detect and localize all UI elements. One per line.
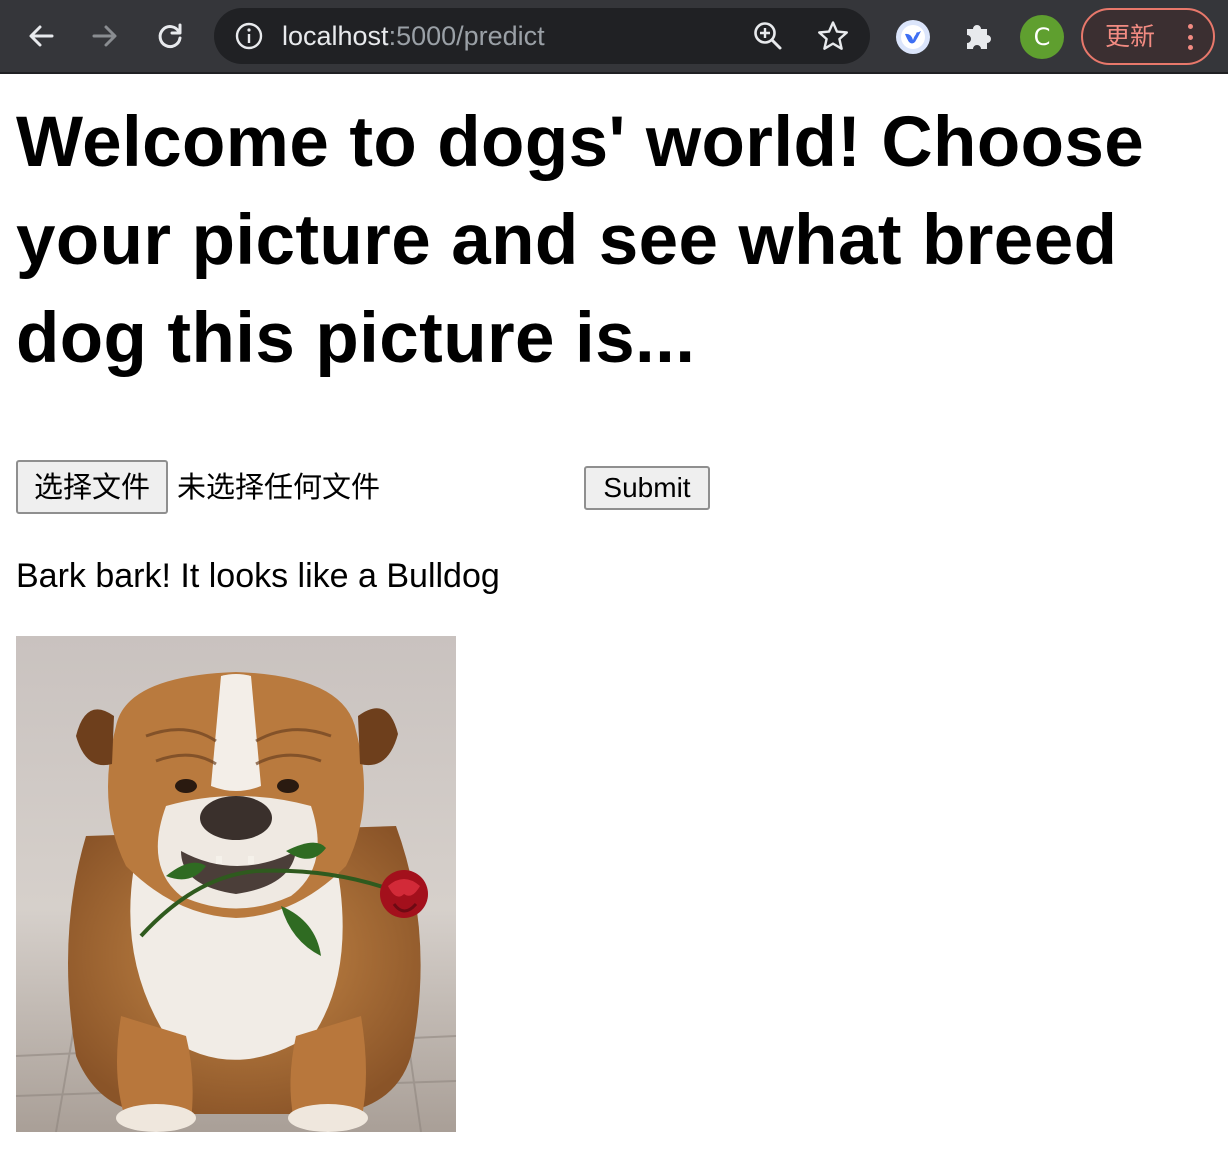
- arrow-left-icon: [26, 21, 56, 51]
- browser-toolbar: localhost:5000/predict C 更新: [0, 0, 1228, 74]
- puzzle-icon[interactable]: [960, 19, 996, 55]
- address-bar[interactable]: localhost:5000/predict: [214, 8, 870, 64]
- choose-file-button[interactable]: 选择文件: [16, 460, 168, 514]
- kebab-menu-icon[interactable]: [1181, 24, 1199, 50]
- zoom-in-icon[interactable]: [752, 20, 784, 52]
- url-path: :5000/predict: [388, 21, 545, 51]
- forward-button[interactable]: [82, 13, 128, 59]
- back-button[interactable]: [18, 13, 64, 59]
- submit-button[interactable]: Submit: [584, 466, 710, 510]
- arrow-right-icon: [90, 21, 120, 51]
- avatar[interactable]: C: [1020, 15, 1064, 59]
- info-icon[interactable]: [234, 21, 264, 51]
- prediction-result: Bark bark! It looks like a Bulldog: [16, 557, 500, 595]
- reload-icon: [155, 21, 185, 51]
- update-label: 更新: [1105, 22, 1156, 51]
- star-icon[interactable]: [816, 19, 850, 53]
- url-host: localhost: [282, 21, 389, 51]
- update-button[interactable]: 更新: [1081, 8, 1215, 65]
- reload-button[interactable]: [147, 13, 193, 59]
- file-status: 未选择任何文件: [177, 470, 381, 504]
- url-text[interactable]: localhost:5000/predict: [282, 8, 545, 64]
- page-title: Welcome to dogs' world! Choose your pict…: [16, 103, 1145, 378]
- bird-extension-icon[interactable]: [896, 20, 930, 54]
- dog-photo: [16, 636, 456, 1132]
